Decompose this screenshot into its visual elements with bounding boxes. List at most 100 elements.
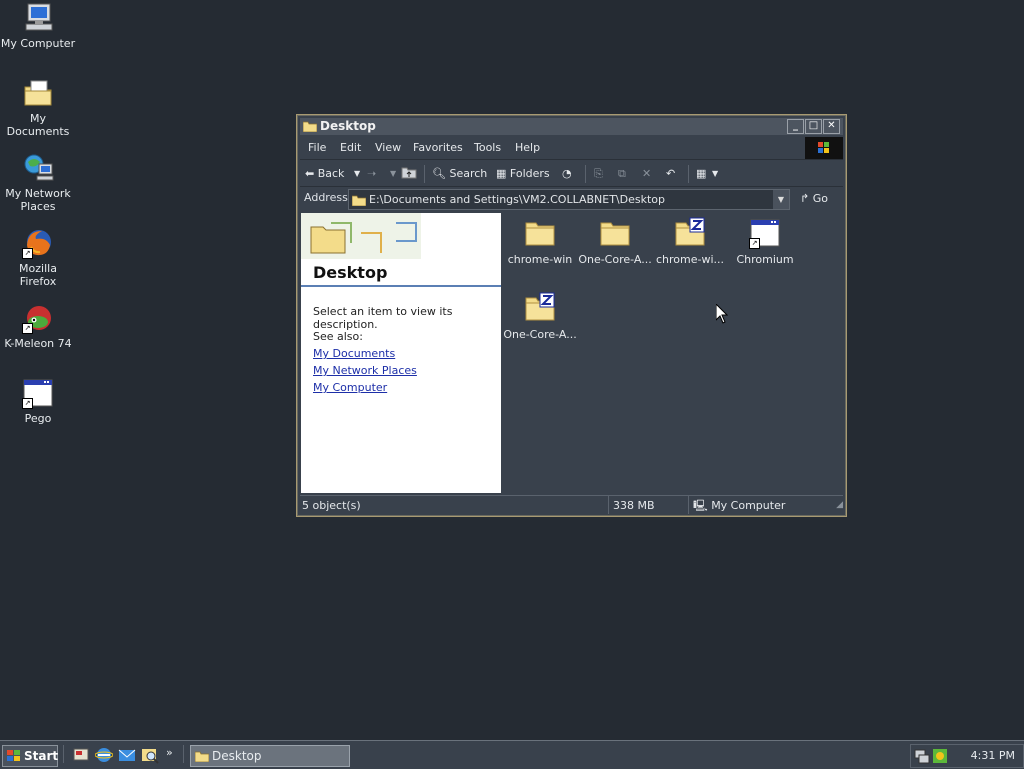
move-to-button[interactable]: ⎘ bbox=[594, 165, 603, 183]
back-arrow-icon: ⬅ bbox=[305, 167, 315, 180]
address-input[interactable]: E:\Documents and Settings\VM2.COLLABNET\… bbox=[348, 189, 790, 210]
application-window-icon: ↗ bbox=[22, 377, 54, 409]
item-label: One-Core-A... bbox=[503, 328, 577, 341]
list-item[interactable]: chrome-wi... bbox=[653, 217, 727, 266]
delete-button[interactable]: ✕ bbox=[642, 165, 651, 183]
computer-icon bbox=[22, 2, 54, 34]
minimize-button[interactable]: _ bbox=[787, 119, 804, 134]
window-title: Desktop bbox=[320, 119, 376, 133]
folder-banner-icon bbox=[301, 213, 421, 259]
desktop-icon-pego[interactable]: ↗ Pego bbox=[0, 377, 76, 425]
details-pane: Desktop Select an item to view its descr… bbox=[301, 213, 501, 493]
clock[interactable]: 4:31 PM bbox=[971, 745, 1015, 767]
address-value: E:\Documents and Settings\VM2.COLLABNET\… bbox=[369, 193, 665, 206]
desktop-icon-k-meleon[interactable]: ↗ K-Meleon 74 bbox=[0, 302, 76, 350]
link-my-network-places[interactable]: My Network Places bbox=[313, 364, 417, 377]
views-dropdown-icon[interactable]: ▼ bbox=[712, 165, 718, 183]
desktop-icon-my-computer[interactable]: My Computer bbox=[0, 2, 76, 50]
menu-tools[interactable]: Tools bbox=[474, 141, 501, 154]
back-dropdown-icon[interactable]: ▼ bbox=[354, 165, 360, 183]
menu-help[interactable]: Help bbox=[515, 141, 540, 154]
delete-icon: ✕ bbox=[642, 167, 652, 180]
desktop-icon-my-documents[interactable]: My Documents bbox=[0, 77, 76, 138]
views-button[interactable]: ▦ bbox=[696, 165, 706, 183]
menu-file[interactable]: File bbox=[308, 141, 326, 154]
folder-icon bbox=[302, 120, 318, 133]
go-arrow-icon: ↱ bbox=[800, 192, 810, 205]
history-button[interactable]: ◔ bbox=[562, 165, 572, 183]
pane-description: Select an item to view its description. bbox=[313, 305, 453, 331]
list-item[interactable]: chrome-win bbox=[503, 217, 577, 266]
toolbar-separator bbox=[688, 165, 689, 183]
desktop-icon-label: Pego bbox=[24, 412, 52, 425]
system-tray: 4:31 PM bbox=[910, 744, 1024, 768]
undo-button[interactable]: ↶ bbox=[666, 165, 675, 183]
desktop-icon-my-network-places[interactable]: My Network Places bbox=[0, 152, 76, 213]
toolbar-separator bbox=[424, 165, 425, 183]
taskbar-item-label: Desktop bbox=[212, 749, 262, 763]
quick-launch-more-icon[interactable]: » bbox=[166, 746, 184, 764]
explorer-window: Desktop _ □ ✕ File Edit View Favorites T… bbox=[296, 114, 847, 517]
desktop-icon-label: My Documents bbox=[6, 112, 70, 138]
folders-button[interactable]: ▦ Folders bbox=[496, 165, 550, 183]
move-to-icon: ⎘ bbox=[594, 167, 603, 180]
search-label: Search bbox=[449, 167, 488, 180]
resize-grip-icon[interactable]: ◢ bbox=[836, 498, 843, 513]
list-item[interactable]: One-Core-A... bbox=[578, 217, 652, 266]
pane-title: Desktop bbox=[313, 263, 388, 282]
desktop-icon-mozilla-firefox[interactable]: ↗ Mozilla Firefox bbox=[0, 227, 76, 288]
taskbar-item-desktop[interactable]: Desktop bbox=[190, 745, 350, 767]
show-desktop-icon[interactable] bbox=[72, 746, 90, 764]
up-folder-icon bbox=[401, 167, 417, 179]
title-bar[interactable]: Desktop _ □ ✕ bbox=[300, 118, 843, 135]
outlook-express-icon[interactable] bbox=[118, 746, 136, 764]
menu-favorites[interactable]: Favorites bbox=[413, 141, 463, 154]
menu-edit[interactable]: Edit bbox=[340, 141, 361, 154]
shortcut-arrow-icon: ↗ bbox=[22, 398, 33, 409]
desktop-icon-label: Mozilla Firefox bbox=[19, 262, 57, 288]
go-button[interactable]: ↱ Go bbox=[800, 189, 828, 208]
security-tray-icon[interactable] bbox=[932, 748, 948, 767]
go-label: Go bbox=[812, 192, 828, 205]
folders-icon: ▦ bbox=[496, 167, 507, 180]
copy-to-button[interactable]: ⧉ bbox=[618, 165, 626, 183]
menu-bar: File Edit View Favorites Tools Help bbox=[300, 137, 843, 160]
search-icon[interactable] bbox=[141, 746, 159, 764]
maximize-button[interactable]: □ bbox=[805, 119, 822, 134]
computer-icon: 🖳︎ bbox=[693, 499, 708, 512]
folder-icon bbox=[599, 217, 631, 249]
start-label: Start bbox=[24, 749, 59, 763]
zip-folder-icon bbox=[524, 292, 556, 324]
address-label: Address bbox=[304, 191, 348, 204]
close-button[interactable]: ✕ bbox=[823, 119, 840, 134]
status-divider bbox=[688, 496, 689, 514]
list-item[interactable]: ↗ Chromium bbox=[728, 217, 802, 266]
up-folder-button[interactable] bbox=[401, 165, 417, 183]
status-size: 338 MB bbox=[613, 499, 655, 512]
desktop-icon-label: My Network Places bbox=[5, 187, 71, 213]
status-bar: 5 object(s) 338 MB 🖳︎ My Computer ◢ bbox=[300, 495, 843, 514]
search-button[interactable]: 🔍︎ Search bbox=[432, 165, 487, 183]
list-item[interactable]: One-Core-A... bbox=[503, 292, 577, 341]
menu-view[interactable]: View bbox=[375, 141, 401, 154]
address-bar: Address E:\Documents and Settings\VM2.CO… bbox=[300, 188, 843, 210]
shortcut-arrow-icon: ↗ bbox=[22, 248, 33, 259]
file-list: chrome-win One-Core-A... chrome-wi... ↗ … bbox=[503, 213, 841, 493]
toolbar-separator bbox=[585, 165, 586, 183]
internet-explorer-icon[interactable] bbox=[94, 746, 114, 764]
network-places-icon bbox=[22, 152, 54, 184]
undo-icon: ↶ bbox=[666, 167, 676, 180]
start-button[interactable]: Start bbox=[2, 745, 58, 767]
link-my-computer[interactable]: My Computer bbox=[313, 381, 387, 394]
shortcut-arrow-icon: ↗ bbox=[22, 323, 33, 334]
item-label: One-Core-A... bbox=[578, 253, 652, 266]
folder-icon bbox=[524, 217, 556, 249]
network-tray-icon[interactable] bbox=[914, 748, 930, 767]
forward-button[interactable]: ➝ bbox=[367, 165, 376, 183]
history-icon: ◔ bbox=[562, 167, 572, 180]
link-my-documents[interactable]: My Documents bbox=[313, 347, 395, 360]
forward-dropdown-icon[interactable]: ▼ bbox=[390, 165, 396, 183]
zip-folder-icon bbox=[674, 217, 706, 249]
address-dropdown-icon[interactable]: ▼ bbox=[773, 190, 789, 209]
back-button[interactable]: ⬅ Back bbox=[305, 165, 344, 183]
